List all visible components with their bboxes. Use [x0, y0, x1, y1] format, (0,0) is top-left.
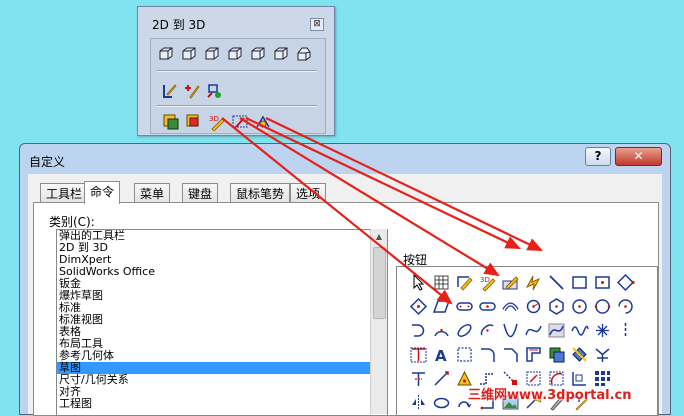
ellipse-construction-icon[interactable] — [432, 393, 451, 412]
ellipse-icon[interactable] — [455, 321, 474, 340]
list-item[interactable]: 表格 — [57, 326, 371, 338]
quick-snaps-icon[interactable] — [524, 273, 543, 292]
sketch-icon[interactable] — [455, 273, 474, 292]
centerline-icon[interactable] — [616, 321, 635, 340]
sketch-text-icon[interactable]: A — [432, 345, 451, 364]
svg-text:A: A — [435, 347, 447, 364]
svg-text:3D: 3D — [209, 115, 219, 123]
toolbar-title: 2D 到 3D — [152, 18, 206, 32]
construction-geometry-icon[interactable] — [455, 345, 474, 364]
polygon-icon[interactable] — [547, 297, 566, 316]
3-point-arc-icon[interactable] — [432, 321, 451, 340]
smart-dimension-3d-icon[interactable] — [254, 113, 272, 131]
3-point-center-rectangle-icon[interactable] — [409, 297, 428, 316]
list-item[interactable]: 标准视图 — [57, 314, 371, 326]
mirror-entities-icon[interactable] — [409, 393, 428, 412]
select-arrow-icon[interactable] — [409, 273, 428, 292]
straight-slot-icon[interactable] — [455, 297, 474, 316]
category-label: 类别(C): — [49, 215, 95, 229]
rectangle-icon[interactable] — [570, 273, 589, 292]
tab-toolbars[interactable]: 工具栏 — [40, 183, 89, 203]
extrude-from-sketch-icon[interactable] — [162, 113, 180, 131]
tab-menus[interactable]: 菜单 — [134, 183, 171, 203]
repair-sketch-3d-icon[interactable]: 3D — [208, 113, 226, 131]
center-rectangle-icon[interactable] — [593, 273, 612, 292]
watermark: 三维网www.3dportal.cn — [468, 388, 632, 403]
list-item[interactable]: SolidWorks Office — [57, 266, 371, 278]
spline-icon[interactable] — [524, 321, 543, 340]
centerpoint-straight-slot-icon[interactable] — [478, 297, 497, 316]
list-item[interactable]: 钣金 — [57, 278, 371, 290]
grid-icon[interactable] — [432, 273, 451, 292]
dialog-client-area: 工具栏 命令 菜单 键盘 鼠标笔势 选项 类别(C): 弹出的工具栏 2D 到 … — [28, 174, 662, 416]
tab-mouse-gestures[interactable]: 鼠标笔势 — [230, 183, 291, 203]
toolbar-separator — [157, 70, 317, 72]
toolbar-separator — [157, 105, 317, 107]
category-list[interactable]: 弹出的工具栏 2D 到 3D DimXpert SolidWorks Offic… — [56, 229, 388, 416]
text-icon[interactable] — [409, 345, 428, 364]
trim-entities-icon[interactable] — [409, 369, 428, 388]
sketch-pattern-icon[interactable] — [231, 113, 249, 131]
circle-icon[interactable] — [570, 297, 589, 316]
list-item[interactable]: 参考几何体 — [57, 350, 371, 362]
perimeter-circle-icon[interactable] — [593, 297, 612, 316]
centerpoint-arc-icon[interactable] — [616, 297, 635, 316]
parallelogram-icon[interactable] — [432, 297, 451, 316]
convert-entities-icon[interactable] — [547, 345, 566, 364]
top-view-icon[interactable] — [180, 45, 198, 63]
3-point-corner-rectangle-icon[interactable] — [616, 273, 635, 292]
add-to-sketch-icon[interactable] — [183, 82, 201, 100]
cut-from-sketch-icon[interactable] — [185, 113, 203, 131]
face-curves-icon[interactable] — [593, 345, 612, 364]
sketch-chamfer-icon[interactable] — [501, 345, 520, 364]
bottom-view-icon[interactable] — [249, 45, 267, 63]
tangent-arc-icon[interactable] — [409, 321, 428, 340]
tab-options[interactable]: 选项 — [290, 183, 327, 203]
svg-text:3D: 3D — [480, 276, 490, 284]
floating-toolbar-2d-to-3d: 2D 到 3D ⊠ 3D — [137, 6, 335, 136]
equation-driven-curve-icon[interactable] — [570, 321, 589, 340]
point-icon[interactable] — [593, 321, 612, 340]
extend-entities-icon[interactable] — [432, 369, 451, 388]
scroll-thumb[interactable] — [373, 247, 386, 319]
tab-commands[interactable]: 命令 — [84, 181, 121, 204]
3-point-arc-slot-icon[interactable] — [501, 297, 520, 316]
intersection-curve-icon[interactable] — [570, 345, 589, 364]
back-view-icon[interactable] — [272, 45, 290, 63]
scroll-up-icon[interactable]: ▲ — [373, 232, 385, 244]
list-item[interactable]: 工程图 — [57, 398, 371, 410]
sketch-fillet-icon[interactable] — [478, 345, 497, 364]
list-item[interactable]: 对齐 — [57, 386, 371, 398]
auxiliary-view-icon[interactable] — [295, 45, 313, 63]
dialog-title: 自定义 — [29, 155, 66, 169]
line-icon[interactable] — [547, 273, 566, 292]
create-sketch-icon[interactable] — [160, 82, 178, 100]
parabola-icon[interactable] — [501, 321, 520, 340]
close-button[interactable]: ✕ — [615, 147, 662, 166]
spline-on-surface-icon[interactable] — [547, 321, 566, 340]
list-item[interactable]: 标准 — [57, 302, 371, 314]
offset-entities-icon[interactable] — [524, 345, 543, 364]
customize-dialog: 自定义 ? ✕ 工具栏 命令 菜单 键盘 鼠标笔势 选项 类别(C): 弹出的工… — [19, 143, 671, 416]
left-view-icon[interactable] — [226, 45, 244, 63]
toolbar-close-button[interactable]: ⊠ — [310, 18, 324, 31]
help-button[interactable]: ? — [585, 147, 611, 166]
partial-ellipse-icon[interactable] — [478, 321, 497, 340]
list-item[interactable]: 爆炸草图 — [57, 290, 371, 302]
3d-sketch-on-plane-icon[interactable] — [501, 273, 520, 292]
front-view-icon[interactable] — [157, 45, 175, 63]
align-sketch-icon[interactable] — [206, 82, 224, 100]
category-list-scrollbar[interactable]: ▲ — [370, 229, 387, 414]
list-item[interactable]: 尺寸/几何关系 — [57, 374, 371, 386]
centerpoint-arc-slot-icon[interactable] — [524, 297, 543, 316]
toolbar-body: 3D — [150, 38, 326, 134]
3d-sketch-icon[interactable]: 3D — [478, 273, 497, 292]
right-view-icon[interactable] — [203, 45, 221, 63]
tab-keyboard[interactable]: 键盘 — [182, 183, 219, 203]
